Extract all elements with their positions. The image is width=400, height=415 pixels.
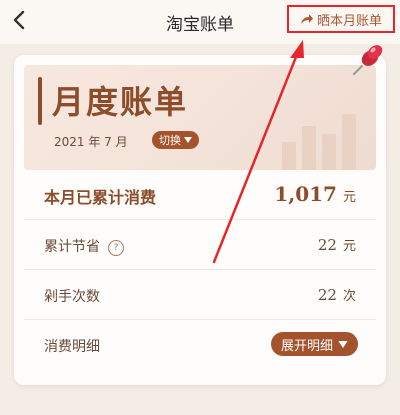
total-spending-row: 本月已累计消费 1,017 元 xyxy=(24,170,376,220)
expand-details-button[interactable]: 展开明细 xyxy=(270,332,358,356)
bill-month: 2021 年 7 月 xyxy=(54,135,128,149)
bill-title: 月度账单 xyxy=(52,83,189,121)
total-spending-value: 1,017 xyxy=(274,182,337,206)
purchase-count-unit: 次 xyxy=(342,289,356,304)
bill-header: 月度账单 2021 年 7 月 切换 xyxy=(24,65,376,170)
total-saved-label: 累计节省 xyxy=(44,239,100,255)
share-button-label: 晒本月账单 xyxy=(316,13,382,29)
share-arrow-icon xyxy=(300,14,313,24)
back-chevron-icon[interactable] xyxy=(8,8,32,32)
purchase-count-row: 剁手次数 22 次 xyxy=(24,270,376,320)
decorative-bar-graphic xyxy=(276,90,376,170)
switch-label: 切换 xyxy=(159,134,181,147)
expand-details-label: 展开明细 xyxy=(280,338,333,354)
caret-down-icon xyxy=(338,340,348,348)
purchase-count-label: 剁手次数 xyxy=(44,289,100,305)
pushpin-icon xyxy=(353,45,383,75)
purchase-count-value: 22 xyxy=(317,286,337,304)
total-saved-unit: 元 xyxy=(342,239,356,254)
total-saved-value: 22 xyxy=(317,236,337,254)
caret-down-icon xyxy=(184,137,192,143)
total-spending-label: 本月已累计消费 xyxy=(44,188,157,207)
switch-month-button[interactable]: 切换 xyxy=(152,131,199,149)
title-accent-bar xyxy=(38,77,42,125)
monthly-bill-card: 月度账单 2021 年 7 月 切换 本月已累计消费 1,017 元 累计节省? … xyxy=(14,55,386,385)
help-icon[interactable]: ? xyxy=(108,240,124,256)
total-saved-row: 累计节省? 22 元 xyxy=(24,220,376,270)
share-monthly-bill-button[interactable]: 晒本月账单 xyxy=(287,5,395,33)
spending-details-row: 消费明细 展开明细 xyxy=(24,320,376,370)
total-spending-unit: 元 xyxy=(342,190,356,205)
top-nav-bar: 淘宝账单 晒本月账单 xyxy=(0,0,400,44)
spending-details-label: 消费明细 xyxy=(44,339,100,355)
